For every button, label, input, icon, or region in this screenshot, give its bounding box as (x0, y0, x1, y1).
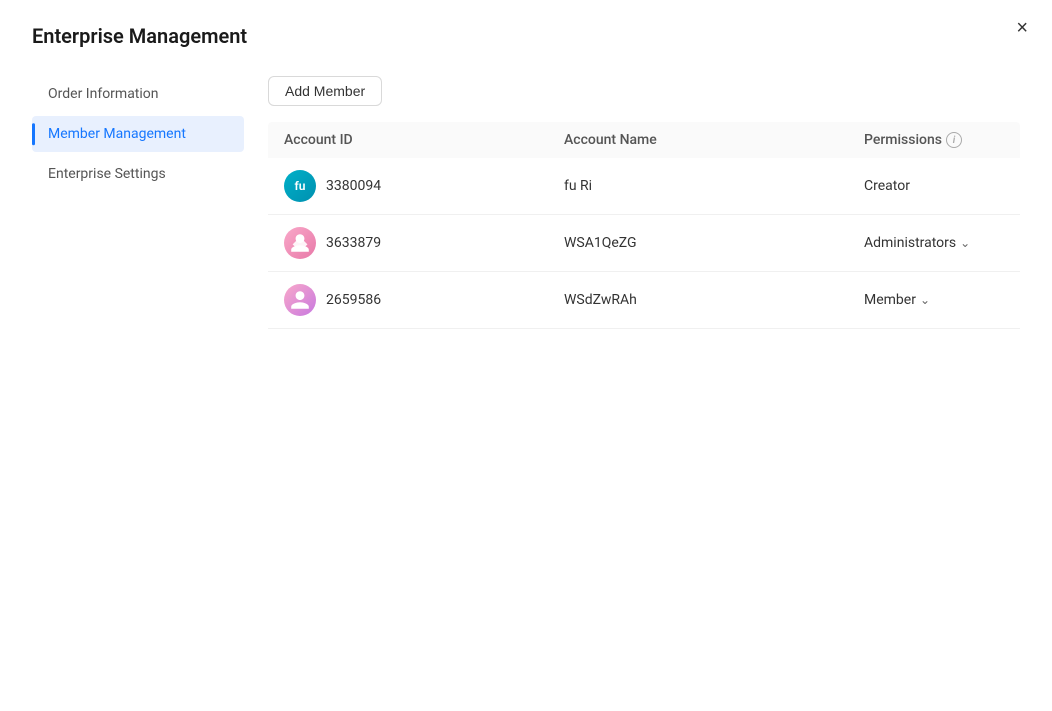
cell-permissions[interactable]: Member ⌄ (848, 292, 1020, 308)
main-content: Add Member Account ID Account Name Permi… (252, 76, 1020, 669)
avatar: fu (284, 170, 316, 202)
sidebar: Order Information Member Management Ente… (32, 76, 252, 669)
cell-permissions: Creator (848, 178, 1020, 194)
sidebar-item-enterprise-settings[interactable]: Enterprise Settings (32, 156, 244, 192)
sidebar-item-order-information[interactable]: Order Information (32, 76, 244, 112)
dropdown-chevron-icon: ⌄ (920, 293, 930, 307)
cell-account-id: fu 3380094 (268, 170, 548, 202)
table-row: 2659586 WSdZwRAh Member ⌄ (268, 272, 1020, 329)
table-row: fu 3380094 fu Ri Creator (268, 158, 1020, 215)
enterprise-management-dialog: × Enterprise Management Order Informatio… (0, 0, 1052, 711)
col-header-account-name: Account Name (548, 132, 848, 148)
table-row: ◆ 3633879 WSA1QeZG Administrators ⌄ (268, 215, 1020, 272)
dropdown-chevron-icon: ⌄ (960, 236, 970, 250)
add-member-button[interactable]: Add Member (268, 76, 382, 106)
table-header: Account ID Account Name Permissions i (268, 122, 1020, 158)
cell-account-id: ◆ 3633879 (268, 227, 548, 259)
members-table: Account ID Account Name Permissions i fu… (268, 122, 1020, 329)
col-header-permissions: Permissions i (848, 132, 1020, 148)
sidebar-item-member-management[interactable]: Member Management (32, 116, 244, 152)
layout: Order Information Member Management Ente… (32, 76, 1020, 669)
toolbar: Add Member (268, 76, 1020, 106)
cell-account-name: WSA1QeZG (548, 235, 848, 251)
avatar: ◆ (284, 227, 316, 259)
dialog-title: Enterprise Management (32, 24, 1020, 48)
col-header-account-id: Account ID (268, 132, 548, 148)
cell-account-name: WSdZwRAh (548, 292, 848, 308)
avatar (284, 284, 316, 316)
user-silhouette-icon (289, 289, 311, 311)
cell-account-id: 2659586 (268, 284, 548, 316)
cell-account-name: fu Ri (548, 178, 848, 194)
cell-permissions[interactable]: Administrators ⌄ (848, 235, 1020, 251)
user-silhouette-icon (289, 232, 311, 254)
close-button[interactable]: × (1016, 18, 1028, 38)
permissions-info-icon[interactable]: i (946, 132, 962, 148)
